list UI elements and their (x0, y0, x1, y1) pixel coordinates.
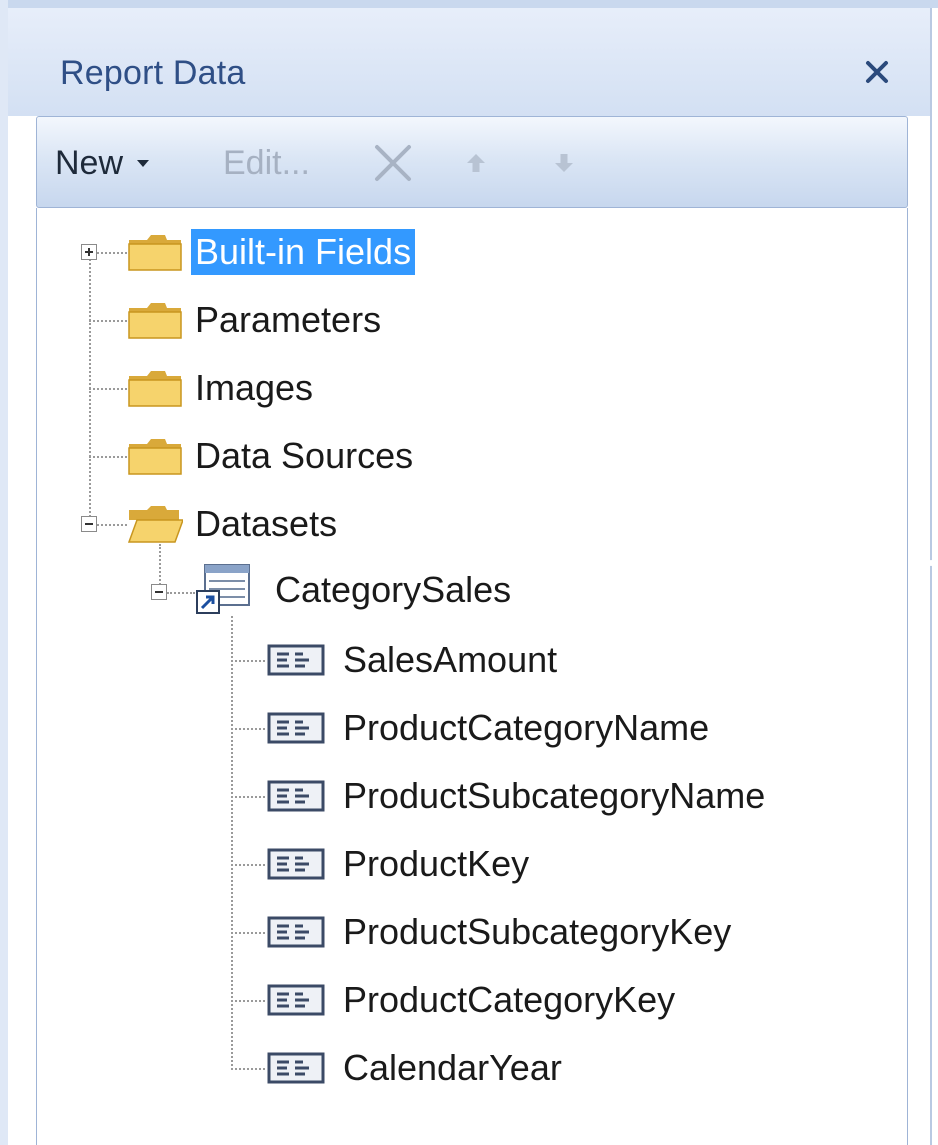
folder-closed-icon (128, 303, 182, 339)
panel-title: Report Data (60, 54, 246, 92)
tree-item-label: Data Sources (195, 435, 414, 476)
edit-button[interactable]: Edit... (223, 117, 310, 209)
tree-item-label: Parameters (195, 299, 382, 340)
close-icon (866, 61, 888, 83)
tree-item-field[interactable]: ProductSubcategoryName (265, 768, 769, 824)
tree-item-label: ProductSubcategoryName (343, 775, 766, 816)
toolbar: New Edit... (36, 116, 908, 208)
folder-closed-icon (128, 439, 182, 475)
tree-connector (97, 524, 127, 526)
field-icon (267, 984, 325, 1016)
tree-item-label: CalendarYear (343, 1047, 562, 1088)
move-down-icon (555, 154, 573, 172)
tree-item-categorysales[interactable]: CategorySales (195, 558, 515, 622)
dataset-shared-icon (196, 564, 250, 614)
delete-x-icon (375, 145, 411, 181)
tree-connector (231, 1000, 265, 1002)
chevron-down-icon (137, 159, 150, 167)
tree-connector (89, 320, 127, 322)
new-button-label: New (55, 143, 124, 182)
collapse-categorysales-toggle[interactable] (151, 584, 167, 600)
tree-item-parameters[interactable]: Parameters (127, 292, 385, 348)
expand-built-in-fields-toggle[interactable] (81, 244, 97, 260)
tree-item-label: ProductCategoryName (343, 707, 710, 748)
tree-connector (97, 252, 127, 254)
field-icon (267, 916, 325, 948)
window-right-border (930, 8, 932, 1145)
tree-connector (89, 388, 127, 390)
collapse-datasets-toggle[interactable] (81, 516, 97, 532)
new-button[interactable]: New (55, 117, 150, 209)
tree-item-label: CategorySales (275, 569, 512, 610)
tree-connector (231, 1068, 265, 1070)
tree-connector (231, 660, 265, 662)
tree-item-field[interactable]: ProductCategoryName (265, 700, 713, 756)
tree-connector (89, 456, 127, 458)
tree-item-data-sources[interactable]: Data Sources (127, 428, 417, 484)
tree-item-field[interactable]: ProductKey (265, 836, 533, 892)
tree-item-label: Images (195, 367, 314, 408)
close-button[interactable] (853, 48, 901, 96)
tree-item-images[interactable]: Images (127, 360, 317, 416)
folder-closed-icon (128, 235, 182, 271)
window-top-border (0, 0, 938, 8)
panel-titlebar: Report Data (8, 8, 930, 116)
field-icon (267, 1052, 325, 1084)
report-data-window: Report Data New Edit... Built-in Fields … (0, 0, 938, 1145)
tree-item-label: ProductCategoryKey (343, 979, 676, 1020)
field-icon (267, 712, 325, 744)
tree-connector (231, 864, 265, 866)
tree-item-field[interactable]: ProductSubcategoryKey (265, 904, 735, 960)
move-up-icon (467, 154, 485, 172)
tree-connector (231, 616, 233, 1066)
window-left-border (0, 0, 8, 1145)
folder-open-icon (127, 506, 183, 543)
tree-item-field[interactable]: ProductCategoryKey (265, 972, 679, 1028)
edit-button-label: Edit... (223, 143, 310, 182)
tree-connector (231, 796, 265, 798)
delete-button[interactable] (371, 117, 415, 209)
tree-item-label: Built-in Fields (191, 229, 416, 275)
tree-item-built-in-fields[interactable]: Built-in Fields (127, 224, 416, 280)
tree-connector (231, 728, 265, 730)
field-icon (267, 848, 325, 880)
tree-item-label: ProductKey (343, 843, 530, 884)
field-icon (267, 780, 325, 812)
tree-connector (167, 592, 195, 594)
tree-item-label: SalesAmount (343, 639, 558, 680)
tree-item-datasets[interactable]: Datasets (127, 496, 341, 552)
field-icon (267, 644, 325, 676)
report-data-tree: Built-in Fields Parameters Images Data S… (36, 208, 908, 1145)
tree-item-label: ProductSubcategoryKey (343, 911, 732, 952)
move-down-button[interactable] (549, 117, 579, 209)
tree-connector (231, 932, 265, 934)
tree-item-field[interactable]: SalesAmount (265, 632, 561, 688)
splitter-grip[interactable] (928, 560, 934, 566)
tree-item-label: Datasets (195, 503, 338, 544)
folder-closed-icon (128, 371, 182, 407)
tree-item-field[interactable]: CalendarYear (265, 1040, 566, 1096)
move-up-button[interactable] (461, 117, 491, 209)
